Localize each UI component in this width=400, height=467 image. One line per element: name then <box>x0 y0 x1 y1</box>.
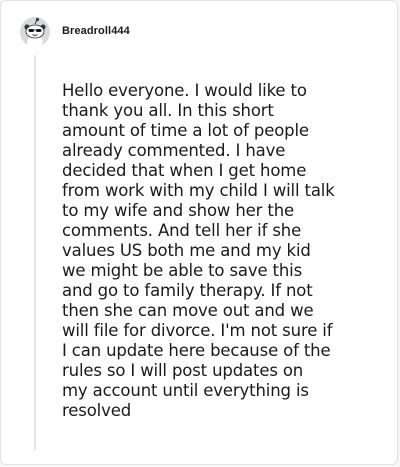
snoo-avatar-icon[interactable] <box>20 17 50 47</box>
comment-author[interactable]: Breadroll444 <box>62 25 130 37</box>
comment-text: Hello everyone. I would like to thank yo… <box>62 81 335 420</box>
comment-card: Breadroll444 Hello everyone. I would lik… <box>0 0 398 465</box>
comment-thread-line[interactable] <box>34 55 36 450</box>
